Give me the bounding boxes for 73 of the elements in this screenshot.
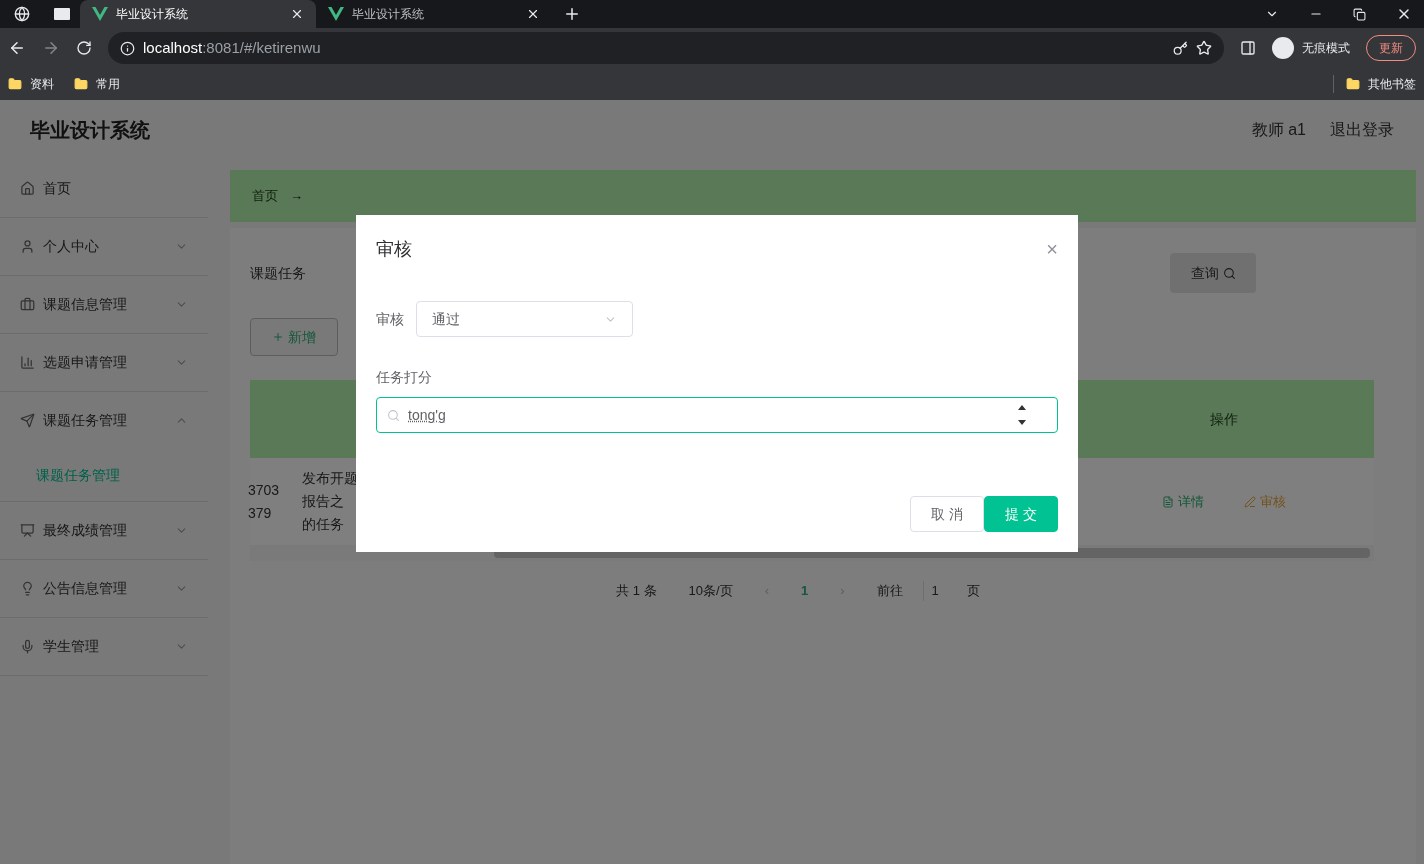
search-icon <box>1222 266 1236 280</box>
star-icon[interactable] <box>1196 40 1212 56</box>
other-bookmarks[interactable]: 其他书签 <box>1368 75 1416 93</box>
table-cell-text: 3703 379 <box>248 480 281 523</box>
close-button[interactable]: × <box>1046 239 1058 259</box>
microphone-icon <box>20 639 35 654</box>
tab-title: 毕业设计系统 <box>116 6 189 23</box>
total-count: 共 1 条 <box>616 582 657 601</box>
restore-icon[interactable] <box>1353 7 1366 21</box>
address-bar[interactable]: localhost:8081/#/ketirenwu <box>108 32 1224 64</box>
sidebar-item[interactable]: 公告信息管理 <box>0 560 208 617</box>
v-logo-icon <box>92 7 108 21</box>
logout-link[interactable]: 退出登录 <box>1330 118 1394 142</box>
browser-tab[interactable]: 毕业设计系统 <box>316 0 552 28</box>
goto-field[interactable]: 1 <box>922 581 947 601</box>
back-icon[interactable] <box>8 39 26 57</box>
folder-icon[interactable] <box>8 77 22 91</box>
browser-tab[interactable]: 毕业设计系统 <box>80 0 316 28</box>
breadcrumb-link[interactable]: 首页 <box>252 186 278 206</box>
bar-chart-icon <box>20 355 35 370</box>
v-logo-icon <box>328 7 344 21</box>
details-button[interactable]: 详情 <box>1162 491 1204 512</box>
table-cell-text: 发布开题 报告之 的任务 <box>302 469 359 534</box>
side-panel-icon[interactable] <box>1240 40 1256 56</box>
paper-plane-icon <box>20 413 35 428</box>
pencil-icon <box>1244 495 1256 508</box>
submit-button[interactable]: 提 交 <box>984 496 1058 532</box>
search-button[interactable]: 查询 <box>1170 253 1256 293</box>
forward-icon[interactable] <box>42 39 60 57</box>
goto-label: 前往 <box>876 582 903 601</box>
review-select[interactable]: 通过 <box>416 301 633 337</box>
column-header: 操作 <box>1209 409 1239 429</box>
page-size-select[interactable]: 10条/页 <box>688 581 733 601</box>
person-icon <box>20 239 35 254</box>
new-tab-icon[interactable] <box>563 5 581 23</box>
search-label: 课题任务 <box>250 263 306 283</box>
board-icon <box>20 523 35 538</box>
score-field[interactable]: tong'g <box>376 397 1058 433</box>
sidebar-item[interactable]: 首页 <box>0 160 208 217</box>
bookmark[interactable]: 常用 <box>96 75 120 93</box>
page-suffix: 页 <box>966 582 980 601</box>
url-text: localhost:8081/#/ketirenwu <box>143 37 322 58</box>
sidebar-item[interactable]: 个人中心 <box>0 218 208 275</box>
breadcrumb-separator: → <box>290 187 303 206</box>
app-title: 毕业设计系统 <box>30 118 151 143</box>
sidebar-item[interactable]: 选题申请管理 <box>0 334 208 391</box>
document-icon <box>1162 495 1174 508</box>
page-number[interactable]: 1 <box>801 581 809 601</box>
reload-icon[interactable] <box>76 40 92 56</box>
briefcase-icon <box>20 297 35 312</box>
cancel-button[interactable]: 取 消 <box>910 496 984 532</box>
sidebar-item[interactable]: 课题信息管理 <box>0 276 208 333</box>
user-name: 教师 a1 <box>1251 120 1306 140</box>
folder-icon[interactable] <box>1346 77 1360 91</box>
sidebar-item[interactable]: 学生管理 <box>0 618 208 675</box>
plus-icon <box>272 331 284 343</box>
tab-title: 毕业设计系统 <box>352 6 425 23</box>
sidebar-item[interactable]: 课题任务管理 <box>0 392 208 449</box>
field-label: 审核 <box>376 309 404 329</box>
close-icon[interactable] <box>526 7 540 21</box>
globe-icon[interactable] <box>14 6 30 22</box>
close-icon[interactable] <box>290 7 304 21</box>
folder-icon[interactable] <box>74 77 88 91</box>
dialog-title: 审核 <box>376 237 412 261</box>
sidebar-item[interactable]: 最终成绩管理 <box>0 502 208 559</box>
key-icon[interactable] <box>1173 40 1188 56</box>
house-icon <box>20 181 35 196</box>
field-label: 任务打分 <box>376 368 433 387</box>
bookmark[interactable]: 资料 <box>30 75 54 93</box>
search-icon <box>387 408 400 422</box>
info-icon <box>120 40 135 56</box>
profile-label: 无痕模式 <box>1302 40 1350 57</box>
bulb-icon <box>20 581 35 596</box>
